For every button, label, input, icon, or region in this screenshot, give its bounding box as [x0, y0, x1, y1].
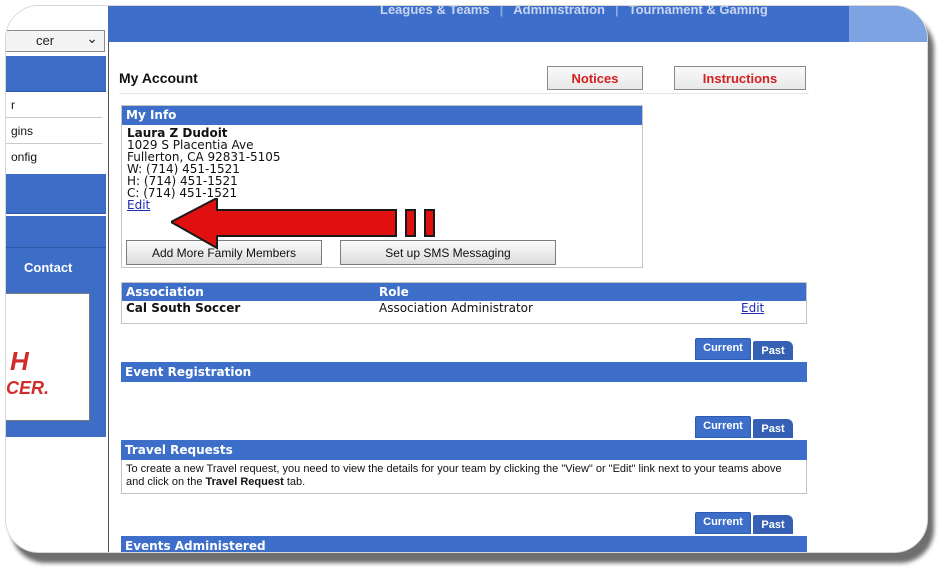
travel-note-suffix: tab.: [283, 476, 306, 488]
tab-past[interactable]: Past: [753, 341, 793, 360]
sidebar-item-1[interactable]: r: [6, 92, 102, 118]
sidebar-contact-label: Contact: [24, 260, 73, 275]
event-registration-header: Event Registration: [121, 362, 807, 382]
association-table: Association Role Cal South Soccer Associ…: [121, 282, 807, 324]
screenshot-frame: cer ⌄ r gins onfig Contact H CER. League…: [5, 5, 928, 553]
table-header: Association Role: [122, 283, 806, 301]
page-title: My Account: [119, 70, 198, 86]
tab-current[interactable]: Current: [695, 338, 751, 360]
travel-requests-note: To create a new Travel request, you need…: [121, 460, 807, 494]
divider: [119, 93, 809, 94]
sidebar-header: [6, 56, 106, 92]
nav-separator: |: [499, 5, 504, 17]
top-nav-links: Leagues & Teams | Administration | Tournamen…: [380, 5, 768, 17]
sidebar-item-3[interactable]: onfig: [6, 144, 102, 170]
sidebar-logo-area: H CER.: [6, 287, 106, 437]
event-registration-section: Event Registration: [121, 362, 807, 382]
left-sidebar: cer ⌄ r gins onfig Contact H CER.: [6, 6, 106, 552]
travel-note-emphasis: Travel Request: [205, 476, 284, 488]
sidebar-item-contact[interactable]: Contact: [6, 248, 106, 287]
edit-association-link[interactable]: Edit: [741, 301, 764, 315]
column-header-association: Association: [126, 285, 204, 299]
table-row: Cal South Soccer Association Administrat…: [122, 301, 806, 317]
tab-past[interactable]: Past: [753, 515, 793, 534]
top-nav-overflow[interactable]: [849, 6, 927, 42]
tab-current[interactable]: Current: [695, 512, 751, 534]
association-role: Association Administrator: [379, 301, 533, 315]
top-nav-administration[interactable]: Administration: [513, 6, 605, 17]
travel-requests-section: Travel Requests To create a new Travel r…: [121, 440, 807, 494]
sidebar-item-label: onfig: [11, 150, 38, 164]
sidebar-item-label: r: [11, 98, 15, 112]
main-content: My Account Notices Instructions My Info …: [108, 42, 927, 552]
travel-requests-header: Travel Requests: [121, 440, 807, 460]
association-name: Cal South Soccer: [126, 301, 241, 315]
sidebar-item-label: gins: [11, 124, 34, 138]
sidebar-section-1[interactable]: [6, 174, 106, 214]
logo-text-line2: CER.: [6, 378, 50, 398]
nav-separator: |: [614, 5, 619, 17]
tab-past[interactable]: Past: [753, 419, 793, 438]
tab-current[interactable]: Current: [695, 416, 751, 438]
sidebar-item-2[interactable]: gins: [6, 118, 102, 144]
association-logo: H CER.: [6, 293, 90, 421]
instructions-button[interactable]: Instructions: [674, 66, 806, 90]
annotation-arrow-icon: [171, 198, 435, 250]
association-select-value: cer: [36, 33, 55, 48]
column-header-role: Role: [379, 285, 409, 299]
association-select[interactable]: cer ⌄: [6, 30, 105, 52]
events-administered-section: Events Administered: [121, 536, 807, 552]
top-nav-tournament-gaming[interactable]: Tournament & Gaming: [629, 6, 768, 17]
top-nav-bar: Leagues & Teams | Administration | Tournamen…: [108, 5, 927, 42]
sidebar-section-2[interactable]: [6, 216, 106, 248]
my-info-header: My Info: [122, 106, 642, 125]
notices-button[interactable]: Notices: [547, 66, 643, 90]
top-nav-leagues-teams[interactable]: Leagues & Teams: [380, 6, 490, 17]
logo-text-line1: H: [10, 346, 29, 376]
events-administered-header: Events Administered: [121, 536, 807, 552]
chevron-down-icon[interactable]: ⌄: [86, 30, 98, 47]
